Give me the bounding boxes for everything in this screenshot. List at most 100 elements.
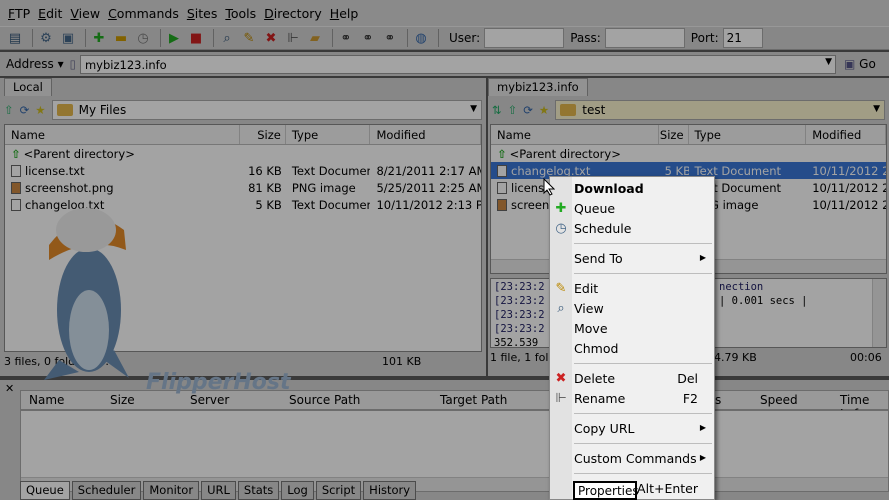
menu-item-edit[interactable]: ✎ Edit	[550, 279, 714, 299]
file-modified: 5/25/2011 2:25 AM	[376, 180, 482, 195]
menu-item-download[interactable]: Download	[550, 179, 714, 199]
up-folder-icon[interactable]: ⇧	[508, 103, 518, 117]
pencil-icon[interactable]: ✎	[240, 30, 258, 46]
up-folder-icon[interactable]: ⇧	[4, 103, 14, 117]
menu-ftp[interactable]: FTP	[8, 6, 30, 21]
menu-separator	[574, 363, 712, 364]
queue-column-status[interactable]: s	[715, 393, 721, 407]
submenu-arrow-icon: ▶	[699, 253, 706, 262]
menu-item-copy-url[interactable]: Copy URL ▶	[550, 419, 714, 439]
add-icon[interactable]: ✚	[90, 30, 108, 46]
queue-column-speed[interactable]: Speed	[760, 393, 798, 407]
queue-column-name[interactable]: Name	[29, 393, 64, 407]
globe-icon[interactable]: ◍	[412, 30, 430, 46]
queue-column-size[interactable]: Size	[110, 393, 135, 407]
queue-column-source-path[interactable]: Source Path	[289, 393, 360, 407]
tab-script[interactable]: Script	[315, 481, 362, 500]
binoculars-icon[interactable]: ⚭	[337, 30, 355, 46]
menu-tools[interactable]: Tools	[225, 6, 256, 21]
queue-column-target-path[interactable]: Target Path	[440, 393, 507, 407]
tab-monitor[interactable]: Monitor	[143, 481, 200, 500]
table-row[interactable]: license.txt 16 KB Text Document 8/21/201…	[5, 162, 481, 179]
address-input[interactable]: mybiz123.info ▼	[79, 54, 836, 74]
queue-list[interactable]	[20, 410, 889, 492]
column-name[interactable]: Name	[491, 125, 659, 144]
remote-path-box[interactable]: test ▼	[555, 100, 885, 120]
tab-remote[interactable]: mybiz123.info	[488, 78, 588, 96]
window-icon[interactable]: ▣	[59, 30, 77, 46]
parent-directory-row[interactable]: ⇧ <Parent directory>	[5, 145, 481, 162]
tab-queue[interactable]: Queue	[20, 481, 70, 500]
delete-icon[interactable]: ✖	[262, 30, 280, 46]
menu-item-send-to[interactable]: Send To ▶	[550, 249, 714, 269]
parent-directory-label: <Parent directory>	[509, 146, 621, 161]
menu-item-properties[interactable]: Properties	[573, 481, 639, 500]
column-modified[interactable]: Modified	[806, 125, 886, 144]
local-path-row: ⇧ ⟳ ★ My Files ▼	[0, 96, 486, 124]
clock-icon[interactable]: ◷	[134, 30, 152, 46]
menu-item-custom-commands[interactable]: Custom Commands ▶	[550, 449, 714, 469]
menu-item-queue[interactable]: ✚ Queue	[550, 199, 714, 219]
chevron-down-icon[interactable]: ▼	[470, 104, 477, 114]
menu-directory[interactable]: Directory	[264, 6, 322, 21]
play-icon[interactable]: ▶	[165, 30, 183, 46]
settings-icon[interactable]: ⚙	[37, 30, 55, 46]
stop-icon[interactable]: ■	[187, 30, 205, 46]
local-list-header: Name Size Type Modified	[5, 125, 481, 145]
tab-history[interactable]: History	[363, 481, 417, 500]
port-input[interactable]: 21	[722, 28, 763, 48]
menu-item-chmod[interactable]: Chmod	[550, 339, 714, 359]
sync-icon[interactable]: ⇅	[492, 103, 502, 117]
tab-scheduler[interactable]: Scheduler	[71, 481, 142, 500]
vertical-scrollbar[interactable]	[872, 279, 886, 347]
parent-directory-label: <Parent directory>	[23, 146, 135, 161]
menu-item-label: View	[574, 301, 604, 316]
toolbar: ▤ ⚙ ▣ ✚ ▬ ◷ ▶ ■ ⌕ ✎ ✖ ⊩ ▰ ⚭ ⚭ ⚭ ◍ User: …	[0, 26, 889, 50]
favorites-star-icon[interactable]: ★	[539, 103, 549, 117]
column-type[interactable]: Type	[286, 125, 371, 144]
go-button[interactable]: ▣ Go	[844, 57, 876, 71]
column-name[interactable]: Name	[5, 125, 240, 144]
chevron-down-icon[interactable]: ▼	[825, 57, 832, 67]
parent-directory-row[interactable]: ⇧ <Parent directory>	[491, 145, 886, 162]
favorites-star-icon[interactable]: ★	[35, 103, 45, 117]
search-icon[interactable]: ⌕	[218, 30, 236, 46]
up-arrow-icon: ⇧	[497, 146, 507, 161]
tab-log[interactable]: Log	[281, 481, 314, 500]
column-size[interactable]: Size	[659, 125, 689, 144]
rename-icon[interactable]: ⊩	[284, 30, 302, 46]
menu-item-move[interactable]: Move	[550, 319, 714, 339]
menu-item-rename[interactable]: ⊩ Rename F2	[550, 389, 714, 409]
column-size[interactable]: Size	[240, 125, 286, 144]
tab-local[interactable]: Local	[4, 78, 52, 96]
menu-edit[interactable]: Edit	[38, 6, 62, 21]
menu-item-delete[interactable]: ✖ Delete Del	[550, 369, 714, 389]
menu-item-view[interactable]: ⌕ View	[550, 299, 714, 319]
remove-icon[interactable]: ▬	[112, 30, 130, 46]
site-manager-icon[interactable]: ▤	[6, 30, 24, 46]
submenu-arrow-icon: ▶	[699, 453, 706, 462]
column-modified[interactable]: Modified	[370, 125, 481, 144]
binoculars-prev-icon[interactable]: ⚭	[381, 30, 399, 46]
pass-input[interactable]	[604, 28, 685, 48]
column-type[interactable]: Type	[689, 125, 807, 144]
address-label[interactable]: Address ▾	[6, 57, 64, 71]
menu-help[interactable]: Help	[330, 6, 359, 21]
refresh-icon[interactable]: ⟳	[20, 103, 30, 117]
local-path-box[interactable]: My Files ▼	[51, 100, 482, 120]
log-line: [23:23:2	[494, 281, 545, 293]
tab-url[interactable]: URL	[201, 481, 236, 500]
refresh-icon[interactable]: ⟳	[523, 103, 533, 117]
binoculars-next-icon[interactable]: ⚭	[359, 30, 377, 46]
queue-column-server[interactable]: Server	[190, 393, 229, 407]
menu-commands[interactable]: Commands	[108, 6, 179, 21]
menu-sites[interactable]: Sites	[187, 6, 218, 21]
close-icon[interactable]: ✕	[5, 382, 14, 395]
chevron-down-icon[interactable]: ▼	[873, 104, 880, 114]
user-input[interactable]	[484, 28, 565, 48]
menu-item-schedule[interactable]: ◷ Schedule	[550, 219, 714, 239]
folder-icon[interactable]: ▰	[306, 30, 324, 46]
menu-view[interactable]: View	[70, 6, 100, 21]
tab-stats[interactable]: Stats	[237, 481, 280, 500]
file-modified: 10/11/2012 2:13 PM	[812, 197, 886, 212]
